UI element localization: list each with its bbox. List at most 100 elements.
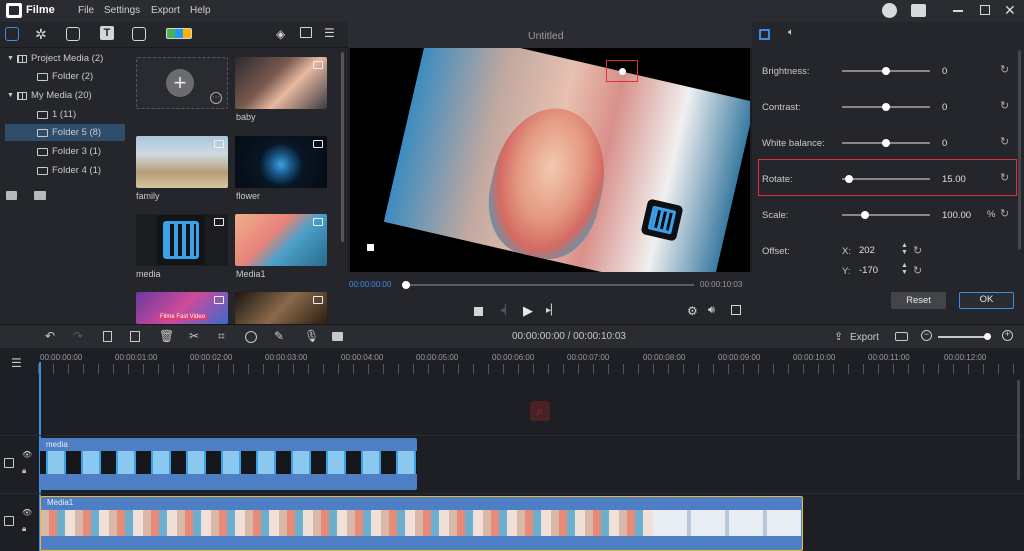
mail-icon[interactable] [911,4,926,17]
eye-icon[interactable]: 👁︎ [22,450,32,459]
delete-icon[interactable]: 🗑︎ [159,329,174,343]
grid-view-icon[interactable] [300,27,312,38]
zoom-in-icon[interactable]: + [1002,330,1013,341]
video-props-tab-icon[interactable] [759,29,770,40]
media-thumb-media[interactable] [136,214,228,266]
media-thumb-baby[interactable] [235,57,327,109]
media-thumb-8[interactable] [235,292,327,324]
zoom-out-icon[interactable]: − [921,330,932,341]
tree-item-folder-3[interactable]: Folder 3 (1) [0,143,126,160]
collapse-triangle-icon[interactable]: ▼ [7,55,14,62]
brightness-slider[interactable] [842,67,930,75]
tree-item-my-media[interactable]: ▼ My Media (20) [0,87,126,104]
slider-knob[interactable] [882,103,890,111]
timeline-clip-media1[interactable]: Media1 [40,496,803,551]
audio-tab-icon[interactable] [132,27,146,41]
offset-x-field[interactable]: 202 [856,243,906,258]
copy-icon[interactable] [103,331,112,342]
transitions-tab-icon[interactable] [66,27,80,41]
rotate-handle[interactable] [619,68,626,75]
import-folder-icon[interactable] [34,191,46,200]
new-folder-icon[interactable] [6,191,17,200]
ok-button[interactable]: OK [959,292,1014,309]
minimize-icon[interactable] [953,10,963,12]
menu-help[interactable]: Help [190,5,211,16]
export-icon[interactable]: ⇪ [834,330,843,343]
media-thumb-fast-video[interactable]: Filme Fast Video [136,292,228,324]
tree-item-project-media[interactable]: ▼ Project Media (2) [0,50,126,67]
text-tab-icon[interactable]: T [100,26,114,40]
white-balance-slider[interactable] [842,139,930,147]
undo-icon[interactable]: ↶ [45,329,55,343]
tree-item-folder-4[interactable]: Folder 4 (1) [0,162,126,179]
templates-tab-icon[interactable] [166,28,192,39]
media-thumb-family[interactable] [136,136,228,188]
volume-icon[interactable]: 🔊︎ [708,304,715,317]
play-icon[interactable]: ▶ [523,303,533,319]
previous-frame-icon[interactable]: ◂▏ [500,305,513,316]
rotate-handle-box[interactable] [606,60,638,82]
brightness-value[interactable]: 0 [938,63,988,79]
slider-knob[interactable] [882,139,890,147]
media-thumb-flower[interactable] [235,136,327,188]
resize-handle[interactable] [367,244,374,251]
record-screen-icon[interactable] [332,332,343,341]
reset-contrast-icon[interactable]: ↻ [1000,99,1009,112]
menu-export[interactable]: Export [151,5,180,16]
paste-icon[interactable] [130,331,140,342]
sort-icon[interactable]: ☰ [324,26,335,40]
settings-gear-icon[interactable]: ⚙ [687,304,698,318]
menu-settings[interactable]: Settings [104,5,140,16]
audio-props-tab-icon[interactable]: 🔈︎ [788,27,794,38]
offset-x-stepper[interactable]: ▲ ▼ [901,242,908,256]
maximize-icon[interactable] [980,5,990,15]
scale-value[interactable]: 100.00 [938,207,988,223]
stop-icon[interactable] [474,307,483,316]
progress-track[interactable] [402,281,694,289]
reset-offset-y-icon[interactable]: ↻ [913,264,922,277]
scale-slider[interactable] [842,211,930,219]
close-icon[interactable]: ✕ [1004,2,1016,19]
tree-item-folder-5[interactable]: Folder 5 (8) [5,124,125,141]
speed-icon[interactable] [245,331,257,343]
reset-rotate-icon[interactable]: ↻ [1000,171,1009,184]
offset-y-stepper[interactable]: ▲ ▼ [901,262,908,276]
rotate-value[interactable]: 15.00 [938,171,988,187]
edit-icon[interactable]: ✎ [274,329,284,343]
preview-canvas[interactable] [350,48,750,272]
effects-tab-icon[interactable]: ✲ [35,26,47,43]
lock-icon[interactable]: 🔒︎ [22,524,26,534]
menu-file[interactable]: File [78,5,94,16]
reset-white-balance-icon[interactable]: ↻ [1000,135,1009,148]
tree-item-folder-1[interactable]: 1 (11) [0,106,126,123]
microphone-icon[interactable]: 🎙︎ [304,329,319,343]
redo-icon[interactable]: ↷ [73,329,83,343]
reset-brightness-icon[interactable]: ↻ [1000,63,1009,76]
crop-icon[interactable]: ⌗ [218,329,225,344]
media-scrollbar[interactable] [341,52,344,242]
contrast-slider[interactable] [842,103,930,111]
slider-knob[interactable] [984,333,991,340]
contrast-value[interactable]: 0 [938,99,988,115]
reset-scale-icon[interactable]: ↻ [1000,207,1009,220]
account-icon[interactable] [882,3,897,18]
props-scrollbar[interactable] [1018,50,1021,250]
progress-knob[interactable] [402,281,410,289]
split-icon[interactable]: ✂ [189,329,199,343]
eye-icon[interactable]: 👁︎ [22,508,32,517]
slider-knob[interactable] [845,175,853,183]
export-button[interactable]: Export [850,332,879,343]
reset-button[interactable]: Reset [891,292,946,309]
layers-icon[interactable]: ◈ [276,27,285,41]
slider-knob[interactable] [861,211,869,219]
collapse-triangle-icon[interactable]: ▼ [7,92,14,99]
fit-timeline-icon[interactable] [895,332,908,341]
rotate-slider[interactable] [842,175,930,183]
tree-item-folder[interactable]: Folder (2) [0,68,126,85]
white-balance-value[interactable]: 0 [938,135,988,151]
media-tab-icon[interactable] [5,27,19,41]
zoom-slider[interactable] [938,333,991,340]
fullscreen-icon[interactable] [731,305,741,315]
offset-y-field[interactable]: -170 [856,263,906,278]
add-media-button[interactable]: + ··· [136,57,228,109]
